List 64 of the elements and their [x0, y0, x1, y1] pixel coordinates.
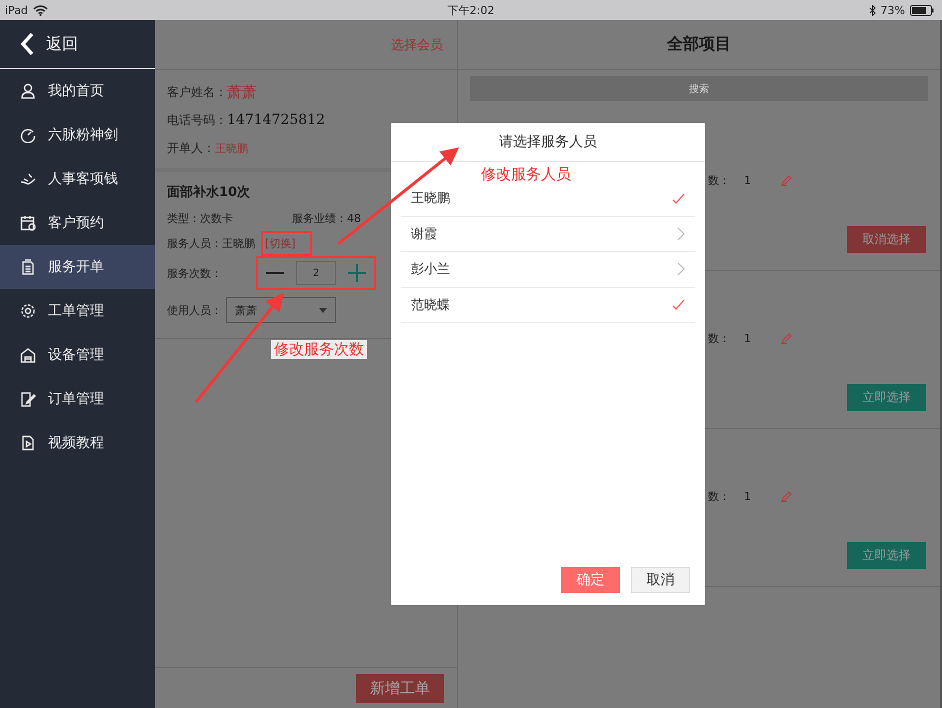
battery-icon [910, 4, 934, 16]
wifi-icon [32, 4, 48, 16]
field-value: 48 [347, 212, 361, 225]
sidebar-item[interactable]: 订单管理 [0, 377, 155, 421]
pencil-icon[interactable] [781, 333, 792, 344]
field-label: 服务业绩： [292, 211, 347, 226]
field-value: 1 [744, 174, 751, 187]
field-label: 服务人员： [167, 236, 222, 251]
document-icon [20, 259, 36, 275]
building-icon [20, 347, 36, 363]
field-value: 次数卡 [200, 211, 233, 226]
field-value: 1 [744, 332, 751, 345]
edit-icon [20, 391, 36, 407]
field-value: 萧萧 [227, 82, 257, 102]
video-icon [20, 435, 36, 451]
staff-item[interactable]: 彭小兰 [401, 252, 695, 288]
staff-item[interactable]: 谢霞 [401, 216, 695, 252]
annotation-text: 修改服务次数 [271, 340, 367, 359]
sidebar-item[interactable]: 工单管理 [0, 289, 155, 333]
field-label: 使用人员： [167, 302, 222, 318]
field-value: 王晓鹏 [222, 236, 255, 251]
sidebar-item[interactable]: 我的首页 [0, 69, 155, 113]
pencil-icon[interactable] [781, 175, 792, 186]
field-value: 王晓鹏 [215, 140, 248, 156]
sidebar-item[interactable]: 客户预约 [0, 201, 155, 245]
staff-item[interactable]: 王晓鹏 [401, 181, 695, 216]
cancel-button[interactable]: 取消 [631, 567, 690, 593]
plus-icon[interactable] [348, 264, 366, 282]
field-label: 开单人： [167, 140, 215, 156]
person-icon [20, 83, 36, 99]
search-field[interactable]: 搜索 [470, 76, 928, 101]
field-label: 数： [708, 173, 730, 188]
refresh-icon [20, 127, 36, 143]
sidebar-item[interactable]: 人事客项钱 [0, 157, 155, 201]
field-label: 电话号码： [167, 112, 227, 128]
staff-item[interactable]: 范晓蝶 [401, 288, 695, 323]
sidebar-item[interactable]: 六脉粉神剑 [0, 113, 155, 157]
new-order-button[interactable]: 新增工单 [356, 674, 444, 702]
count-field[interactable]: 2 [296, 261, 336, 285]
settings-icon [20, 303, 36, 319]
field-label: 服务次数： [167, 266, 222, 280]
caret-icon [319, 308, 327, 312]
clock-time: 下午2:02 [448, 2, 494, 18]
minus-icon[interactable] [266, 271, 284, 275]
field-value: 14714725812 [227, 112, 325, 128]
calendar-icon [20, 215, 36, 231]
panel-title: 全部项目 [458, 20, 940, 70]
dialog-title: 请选择服务人员 [391, 123, 705, 162]
battery-percent: 73% [880, 4, 905, 16]
chevron-left-icon [20, 32, 34, 56]
user-dropdown[interactable]: 萧萧 [226, 297, 336, 323]
field-label: 数： [708, 331, 730, 346]
field-value: 1 [744, 490, 751, 503]
sidebar-item[interactable]: 服务开单 [0, 245, 155, 289]
pencil-icon[interactable] [781, 491, 792, 502]
annotation-text: 修改服务人员 [481, 165, 571, 184]
device-name: iPad [5, 4, 28, 16]
sidebar-item[interactable]: 设备管理 [0, 333, 155, 377]
field-label: 客户姓名： [167, 84, 227, 100]
field-label: 数： [708, 489, 730, 504]
bluetooth-icon [868, 4, 876, 16]
sidebar-item[interactable]: 视频教程 [0, 421, 155, 465]
field-label: 类型： [167, 211, 200, 226]
service-title: 面部补水10次 [167, 184, 250, 202]
